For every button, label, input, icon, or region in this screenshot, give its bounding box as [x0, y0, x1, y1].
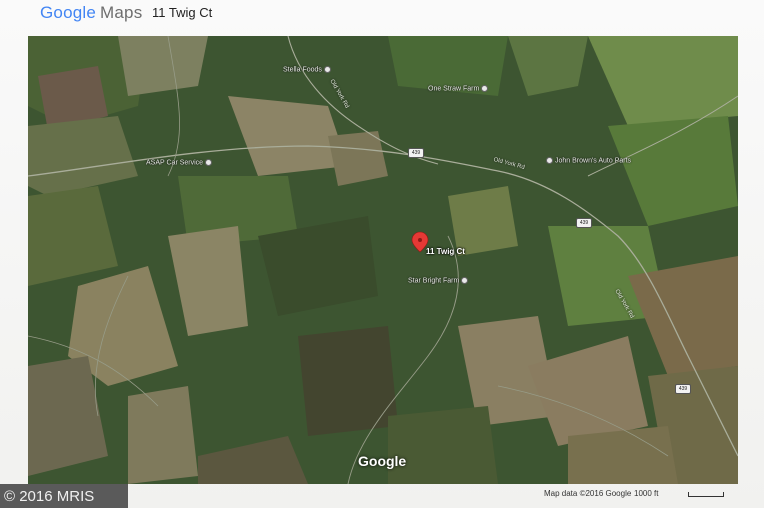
- map-data-attribution: Map data ©2016 Google: [544, 489, 632, 498]
- scale-label: 1000 ft: [634, 489, 659, 498]
- route-shield: 439: [576, 218, 592, 228]
- scale-bar: [688, 492, 724, 497]
- poi-john-browns-auto-parts[interactable]: John Brown's Auto Parts: [546, 157, 631, 164]
- poi-icon: [205, 159, 213, 166]
- poi-star-bright-farm[interactable]: Star Bright Farm: [408, 277, 469, 284]
- route-shield: 439: [408, 148, 424, 158]
- logo-maps: Maps: [100, 3, 143, 22]
- google-maps-logo[interactable]: Google Maps: [40, 3, 142, 23]
- poi-asap-car-service[interactable]: ASAP Car Service: [146, 159, 213, 166]
- poi-icon: [461, 277, 469, 284]
- mris-watermark-badge: © 2016 MRIS: [0, 484, 128, 508]
- logo-google: Google: [40, 3, 97, 22]
- poi-icon: [323, 66, 331, 73]
- poi-one-straw-farm[interactable]: One Straw Farm: [428, 85, 489, 92]
- poi-stella-foods[interactable]: Stella Foods: [283, 66, 331, 73]
- poi-icon: [546, 157, 553, 164]
- satellite-map[interactable]: Stella Foods One Straw Farm ASAP Car Ser…: [28, 36, 738, 484]
- poi-icon: [481, 85, 489, 92]
- pin-label: 11 Twig Ct: [426, 247, 465, 256]
- google-watermark: Google: [358, 453, 407, 469]
- address-title: 11 Twig Ct: [152, 5, 213, 20]
- satellite-imagery: [28, 36, 738, 484]
- header: Google Maps: [40, 2, 142, 24]
- route-shield: 439: [675, 384, 691, 394]
